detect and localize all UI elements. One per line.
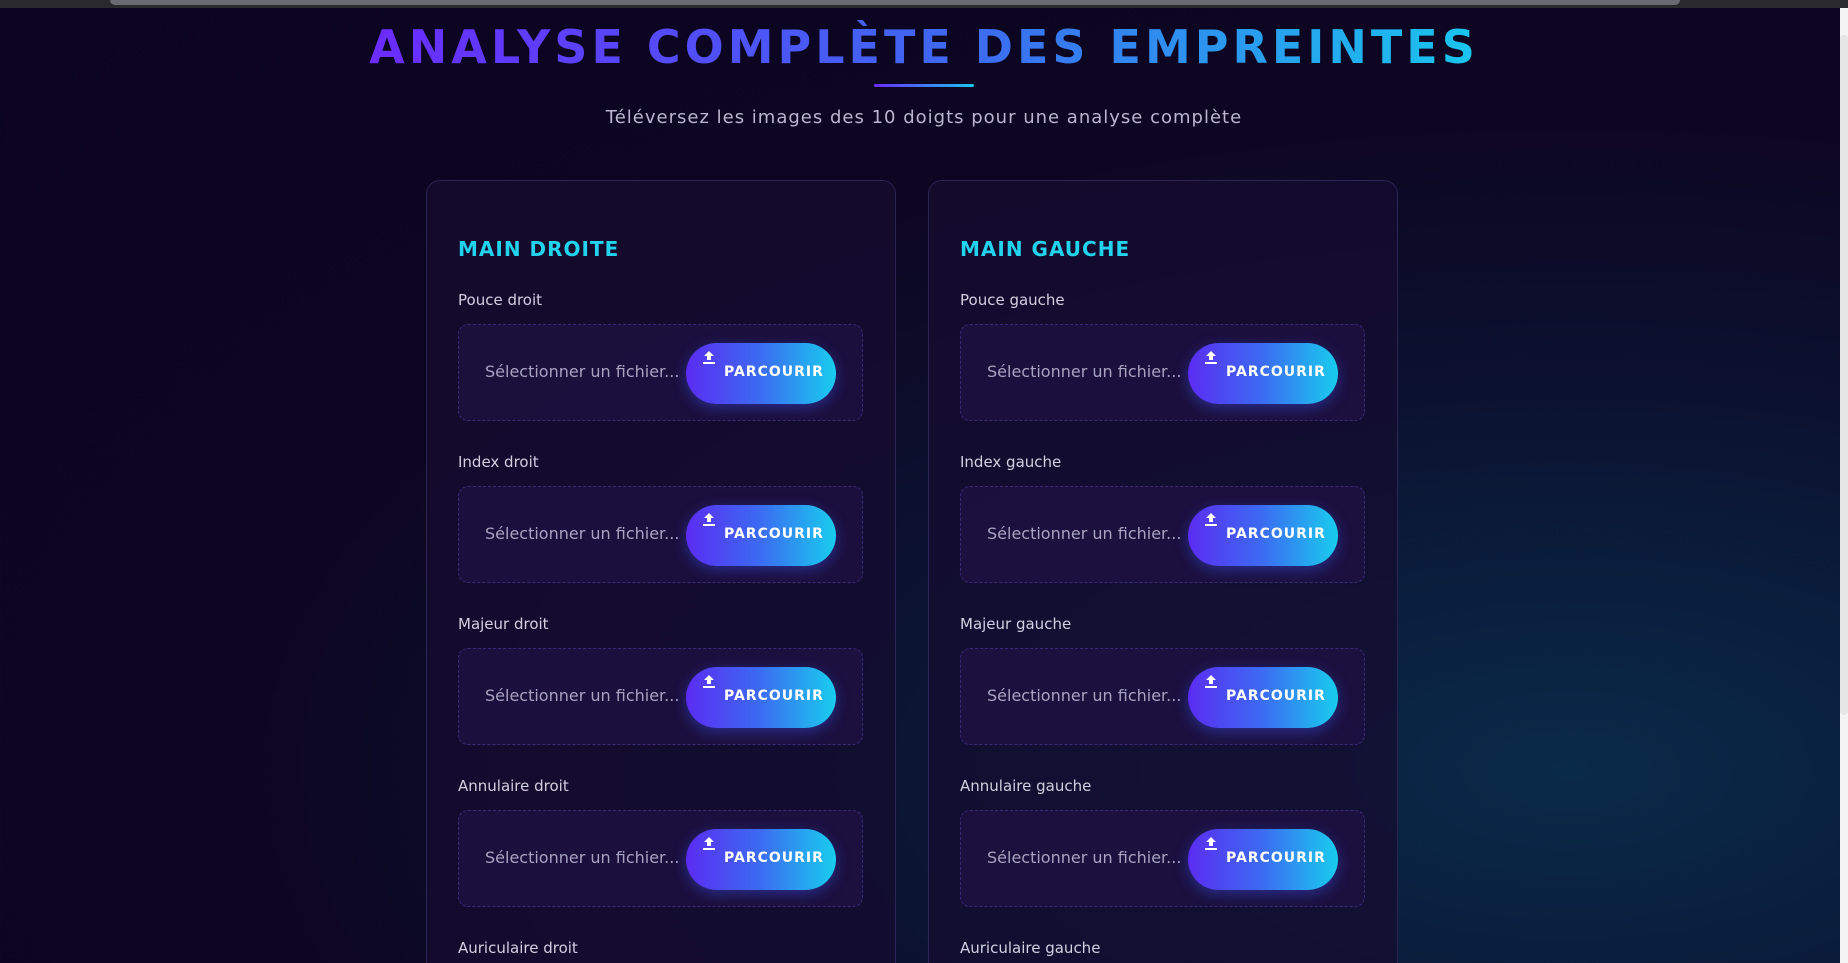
finger-field-annulaire-gauche: Annulaire gauche Sélectionner un fichier…	[960, 777, 1365, 907]
file-placeholder: Sélectionner un fichier...	[485, 686, 680, 705]
panel-main-gauche: MAIN GAUCHE Pouce gauche Sélectionner un…	[928, 180, 1398, 963]
browse-button[interactable]: PARCOURIR	[686, 667, 836, 728]
finger-field-majeur-droit: Majeur droit Sélectionner un fichier... …	[458, 615, 863, 745]
upload-icon	[1205, 837, 1217, 850]
upload-icon	[703, 837, 715, 850]
finger-label: Majeur droit	[458, 615, 549, 633]
file-drop-zone[interactable]: Sélectionner un fichier... PARCOURIR	[960, 810, 1365, 907]
file-drop-zone[interactable]: Sélectionner un fichier... PARCOURIR	[458, 648, 863, 745]
finger-label: Index droit	[458, 453, 539, 471]
finger-field-annulaire-droit: Annulaire droit Sélectionner un fichier.…	[458, 777, 863, 907]
browse-button[interactable]: PARCOURIR	[686, 343, 836, 404]
file-drop-zone[interactable]: Sélectionner un fichier... PARCOURIR	[960, 324, 1365, 421]
finger-field-pouce-droit: Pouce droit Sélectionner un fichier... P…	[458, 291, 863, 421]
file-placeholder: Sélectionner un fichier...	[485, 524, 680, 543]
browser-tab-strip	[110, 0, 1680, 5]
browse-button-label: PARCOURIR	[724, 850, 824, 866]
upload-icon	[703, 513, 715, 526]
file-placeholder: Sélectionner un fichier...	[987, 362, 1182, 381]
file-placeholder: Sélectionner un fichier...	[987, 848, 1182, 867]
browse-button-label: PARCOURIR	[724, 526, 824, 542]
panel-title: MAIN DROITE	[458, 237, 620, 261]
browse-button[interactable]: PARCOURIR	[686, 829, 836, 890]
browse-button[interactable]: PARCOURIR	[1188, 667, 1338, 728]
finger-label: Annulaire gauche	[960, 777, 1092, 795]
finger-label: Pouce gauche	[960, 291, 1065, 309]
finger-label: Majeur gauche	[960, 615, 1072, 633]
title-underline	[874, 84, 974, 87]
file-placeholder: Sélectionner un fichier...	[987, 524, 1182, 543]
finger-label: Auriculaire droit	[458, 939, 578, 957]
file-drop-zone[interactable]: Sélectionner un fichier... PARCOURIR	[960, 648, 1365, 745]
finger-label: Auriculaire gauche	[960, 939, 1101, 957]
upload-icon	[1205, 351, 1217, 364]
browse-button-label: PARCOURIR	[1226, 526, 1326, 542]
file-placeholder: Sélectionner un fichier...	[485, 362, 680, 381]
finger-label: Pouce droit	[458, 291, 543, 309]
finger-label: Annulaire droit	[458, 777, 569, 795]
file-drop-zone[interactable]: Sélectionner un fichier... PARCOURIR	[458, 486, 863, 583]
browse-button-label: PARCOURIR	[724, 688, 824, 704]
browse-button[interactable]: PARCOURIR	[686, 505, 836, 566]
page-title: ANALYSE COMPLÈTE DES EMPREINTES	[369, 20, 1479, 74]
browse-button[interactable]: PARCOURIR	[1188, 829, 1338, 890]
file-placeholder: Sélectionner un fichier...	[987, 686, 1182, 705]
file-drop-zone[interactable]: Sélectionner un fichier... PARCOURIR	[458, 810, 863, 907]
upload-icon	[1205, 675, 1217, 688]
upload-icon	[703, 675, 715, 688]
finger-field-index-gauche: Index gauche Sélectionner un fichier... …	[960, 453, 1365, 583]
browser-top-bar	[0, 0, 1848, 8]
page-subtitle: Téléversez les images des 10 doigts pour…	[605, 107, 1243, 128]
finger-field-auriculaire-droit: Auriculaire droit	[458, 939, 863, 961]
upload-icon	[1205, 513, 1217, 526]
browse-button-label: PARCOURIR	[1226, 850, 1326, 866]
scrollbar-thumb[interactable]	[1840, 35, 1848, 715]
upload-icon	[703, 351, 715, 364]
browse-button-label: PARCOURIR	[1226, 688, 1326, 704]
page-header: ANALYSE COMPLÈTE DES EMPREINTES Télévers…	[0, 20, 1848, 128]
browse-button[interactable]: PARCOURIR	[1188, 343, 1338, 404]
panel-title: MAIN GAUCHE	[960, 237, 1131, 261]
finger-field-auriculaire-gauche: Auriculaire gauche	[960, 939, 1365, 961]
finger-field-majeur-gauche: Majeur gauche Sélectionner un fichier...…	[960, 615, 1365, 745]
finger-field-pouce-gauche: Pouce gauche Sélectionner un fichier... …	[960, 291, 1365, 421]
browse-button-label: PARCOURIR	[1226, 364, 1326, 380]
file-placeholder: Sélectionner un fichier...	[485, 848, 680, 867]
file-drop-zone[interactable]: Sélectionner un fichier... PARCOURIR	[960, 486, 1365, 583]
browse-button-label: PARCOURIR	[724, 364, 824, 380]
panel-main-droite: MAIN DROITE Pouce droit Sélectionner un …	[426, 180, 896, 963]
finger-label: Index gauche	[960, 453, 1062, 471]
finger-field-index-droit: Index droit Sélectionner un fichier... P…	[458, 453, 863, 583]
browse-button[interactable]: PARCOURIR	[1188, 505, 1338, 566]
file-drop-zone[interactable]: Sélectionner un fichier... PARCOURIR	[458, 324, 863, 421]
